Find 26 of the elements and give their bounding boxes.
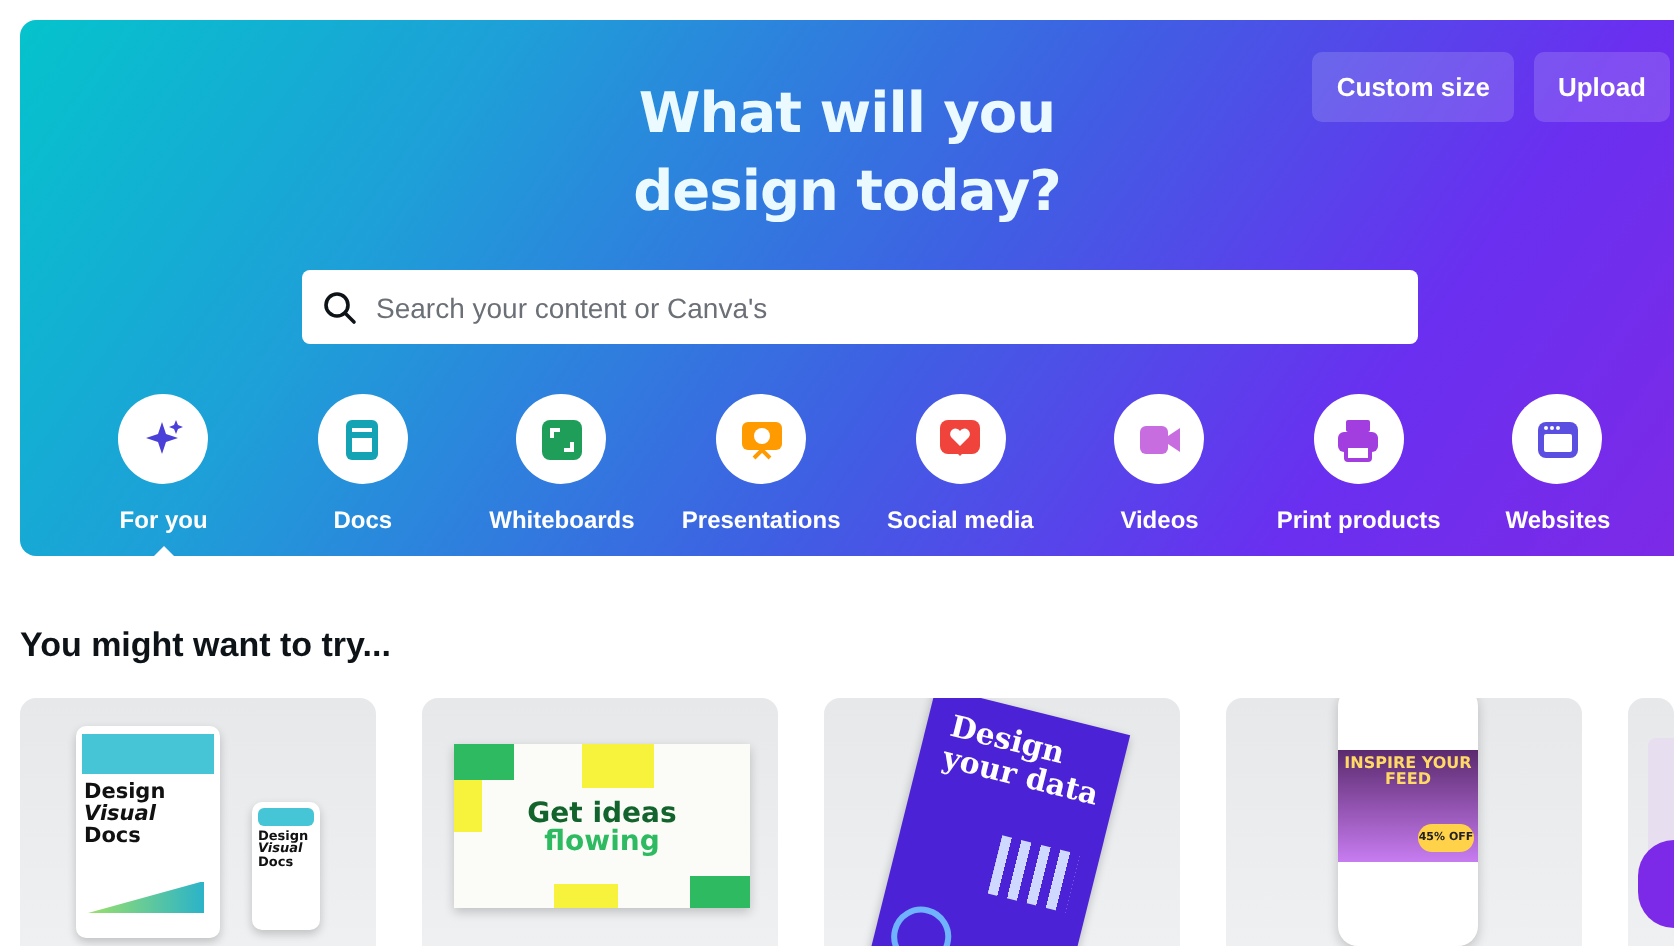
custom-size-button[interactable]: Custom size [1312,52,1514,122]
category-tab[interactable]: Docs [263,394,463,556]
sticky-note [554,883,618,907]
template-card[interactable]: Get ideas flowing [422,697,778,946]
thumbnail-heading: Design Visual Docs [84,781,168,848]
sticky-note [582,743,654,787]
category-tab[interactable]: Whiteboards [462,394,662,556]
thumbnail-heading: Get ideas flowing [525,799,679,858]
section-heading: You might want to try... [20,624,393,668]
thumbnail-heading: INSPIRE YOUR FEED [1342,755,1474,789]
category-tab[interactable]: Videos [1059,394,1260,556]
template-card[interactable]: Design your data [824,697,1180,946]
whiteboard-icon [537,415,586,463]
category-tab[interactable]: Websites [1458,394,1658,556]
thumbnail-heading: Design your data [939,711,1105,813]
hero-title: What will you design today? [631,78,1063,228]
category-tab[interactable]: Print products [1259,394,1459,556]
selected-indicator [149,546,178,556]
header-image [258,807,314,825]
printer-icon [1334,415,1383,463]
category-tab[interactable]: Social media [860,394,1060,556]
sticky-note [690,875,750,907]
header-image [82,733,214,773]
search-field[interactable]: Search your content or Canva's [302,270,1418,344]
upload-button[interactable]: Upload [1533,52,1670,122]
category-tab[interactable]: Presentations [661,394,861,556]
